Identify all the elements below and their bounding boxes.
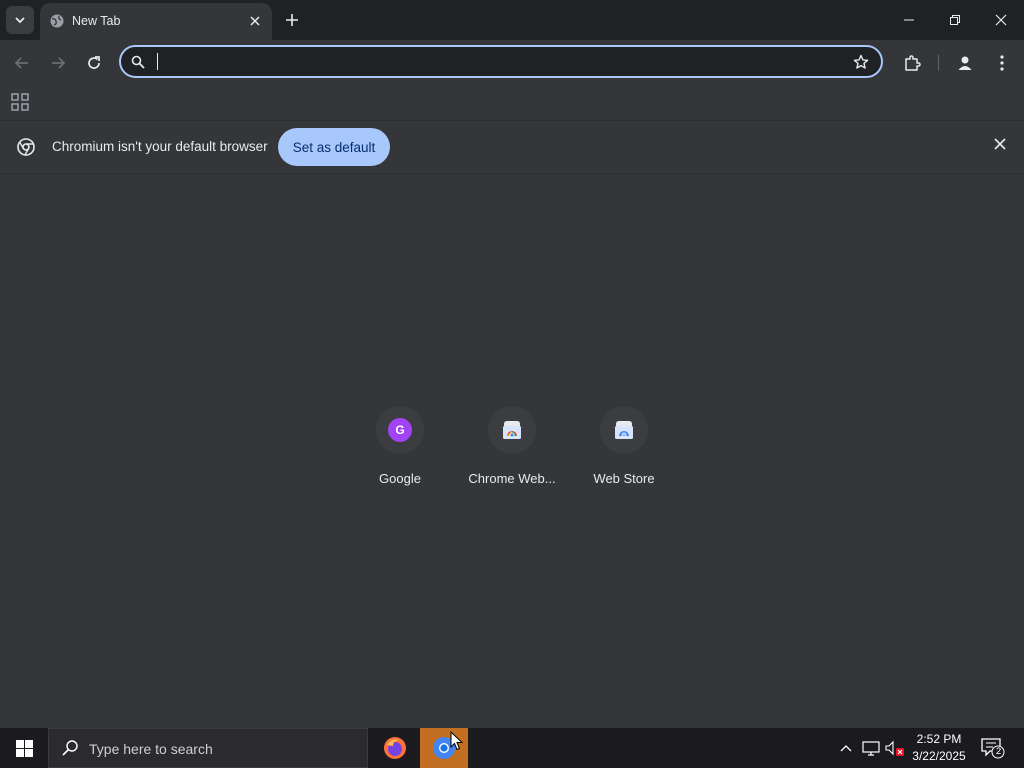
reload-icon (88, 56, 100, 69)
close-icon (995, 14, 1007, 26)
chromium-logo-icon (17, 138, 35, 156)
shortcut-tile-web-store[interactable]: Web Store (568, 406, 680, 496)
clock-date: 3/22/2025 (912, 749, 966, 763)
extensions-button[interactable] (900, 51, 924, 75)
volume-button[interactable] (884, 728, 906, 768)
puzzle-icon (905, 55, 921, 71)
start-button[interactable] (0, 728, 48, 768)
firefox-icon (384, 737, 406, 759)
forward-button[interactable] (46, 51, 70, 75)
address-bar[interactable] (119, 45, 883, 78)
shortcut-label: Web Store (593, 471, 655, 486)
shortcut-label: Google (379, 471, 421, 486)
shortcut-tile-chrome-web-store[interactable]: Chrome Web... (456, 406, 568, 496)
tab-title: New Tab (72, 14, 121, 28)
infobar-message: Chromium isn't your default browser (52, 139, 268, 154)
close-window-button[interactable] (978, 0, 1024, 40)
profile-button[interactable] (953, 51, 977, 75)
shortcut-tile-google[interactable]: G Google (344, 406, 456, 496)
minimize-button[interactable] (886, 0, 932, 40)
bookmark-star-icon[interactable] (853, 54, 869, 70)
mouse-cursor-icon (450, 731, 464, 751)
toolbar-separator (938, 55, 939, 71)
taskbar-search-placeholder: Type here to search (89, 741, 213, 757)
chevron-up-icon (840, 745, 852, 752)
show-hidden-icons-button[interactable] (836, 728, 856, 768)
apps-grid-icon[interactable] (10, 92, 30, 112)
chrome-web-store-icon (503, 421, 521, 439)
taskbar-search-box[interactable]: Type here to search (48, 728, 368, 768)
google-g-icon: G (388, 418, 412, 442)
network-button[interactable] (860, 728, 882, 768)
new-tab-button[interactable] (281, 9, 303, 31)
windows-logo-icon (15, 739, 33, 757)
close-icon (250, 16, 260, 26)
reload-button[interactable] (82, 51, 106, 75)
notification-count: 2 (995, 746, 1002, 757)
restore-icon (950, 15, 960, 25)
menu-button[interactable] (990, 51, 1014, 75)
globe-icon (50, 14, 64, 28)
search-icon (131, 55, 145, 69)
tab-new-tab[interactable]: New Tab (40, 3, 272, 40)
bookmarks-bar (0, 86, 1024, 121)
chevron-down-icon (15, 17, 25, 24)
network-icon (862, 741, 880, 756)
shortcut-icon-container: G (376, 406, 424, 454)
avatar-icon (958, 56, 972, 70)
address-input[interactable] (157, 51, 851, 73)
shortcut-label: Chrome Web... (468, 471, 556, 486)
notification-center-button[interactable]: 2 (980, 736, 1010, 765)
new-tab-page: G Google Chrome Web... Web Store (0, 174, 1024, 728)
plus-icon (286, 14, 298, 26)
tab-strip: New Tab (0, 0, 1024, 40)
arrow-left-icon (14, 57, 28, 69)
close-icon[interactable] (994, 138, 1006, 150)
back-button[interactable] (10, 51, 34, 75)
clock-time: 2:52 PM (916, 732, 962, 746)
toolbar (0, 40, 1024, 86)
search-icon (62, 740, 78, 756)
default-browser-infobar: Chromium isn't your default browser Set … (0, 121, 1024, 174)
volume-muted-icon (885, 740, 904, 756)
tab-search-button[interactable] (6, 6, 34, 34)
kebab-menu-icon (1000, 55, 1004, 71)
taskbar-app-firefox[interactable] (371, 728, 419, 768)
web-store-icon (615, 421, 633, 439)
restore-button[interactable] (932, 0, 978, 40)
windows-taskbar: Type here to search 2:52 PM 3/22/2025 2 (0, 728, 1024, 768)
set-as-default-button[interactable]: Set as default (278, 128, 390, 166)
shortcut-icon-container (488, 406, 536, 454)
shortcut-icon-container (600, 406, 648, 454)
minimize-icon (904, 19, 914, 21)
taskbar-clock[interactable]: 2:52 PM 3/22/2025 (906, 731, 972, 765)
arrow-right-icon (52, 57, 66, 69)
text-caret (157, 53, 158, 70)
tab-close-button[interactable] (246, 12, 264, 30)
